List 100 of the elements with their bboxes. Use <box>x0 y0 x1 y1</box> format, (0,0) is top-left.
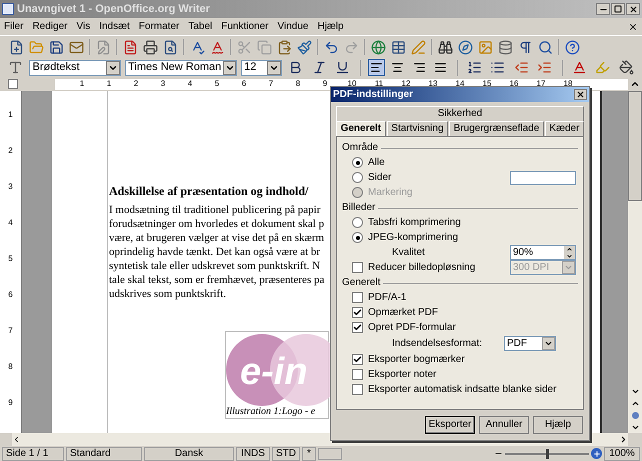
radio-button[interactable] <box>352 217 363 228</box>
new-document-icon[interactable] <box>8 40 24 54</box>
tab[interactable]: Brugergrænseflade <box>449 121 544 136</box>
paragraph-style-field[interactable]: Brødtekst <box>29 60 122 76</box>
dialog-button[interactable]: Eksporter <box>425 416 475 434</box>
language-status: Dansk <box>144 446 234 460</box>
scroll-left-icon[interactable] <box>12 435 21 444</box>
checkbox[interactable] <box>352 354 363 365</box>
zoom-icon[interactable] <box>538 40 552 54</box>
scroll-up-icon[interactable] <box>630 79 640 89</box>
close-icon <box>628 4 638 14</box>
styles-icon[interactable] <box>8 60 24 75</box>
pilcrow-icon[interactable] <box>518 40 532 54</box>
ruler-number: 8 <box>294 80 302 88</box>
ruler-number: 1 <box>78 80 86 88</box>
ruler-number: 10 <box>346 80 357 88</box>
scroll-right-icon[interactable] <box>619 435 628 444</box>
save-icon[interactable] <box>48 40 64 54</box>
app-icon <box>2 3 14 15</box>
dialog-button[interactable]: Annuller <box>479 416 529 434</box>
ruler-number: 9 <box>8 399 13 407</box>
radio-label: Tabsfri komprimering <box>368 218 461 228</box>
window-title: Unavngivet 1 - OpenOffice.org Writer <box>17 4 210 14</box>
dropdown-field[interactable]: PDF <box>504 336 556 351</box>
menu-item[interactable]: Indsæt <box>99 22 130 32</box>
page-preview-icon[interactable] <box>162 40 178 54</box>
ruler-number: 7 <box>8 327 13 335</box>
checkbox[interactable] <box>352 369 363 380</box>
ruler-number: 13 <box>428 80 438 88</box>
submit-format-label: Indsendelsesformat: <box>391 338 482 348</box>
binoculars-icon[interactable] <box>438 40 452 54</box>
maximize-button[interactable] <box>611 3 625 15</box>
paintbrush-icon[interactable] <box>296 40 312 54</box>
menu-item[interactable]: Formater <box>138 22 180 32</box>
font-size-field[interactable]: 12 <box>241 60 282 76</box>
table-icon[interactable] <box>390 40 406 54</box>
menu-item[interactable]: Filer <box>4 22 24 32</box>
close-button[interactable] <box>626 3 640 15</box>
auto-spellcheck-icon[interactable] <box>210 40 224 54</box>
zoom-slider-thumb[interactable] <box>546 448 548 458</box>
tab-stop-selector-icon[interactable] <box>8 79 18 89</box>
ruler-number: 16 <box>508 80 519 88</box>
checkbox-label: Opmærket PDF <box>368 308 438 318</box>
align-button[interactable] <box>368 59 386 76</box>
pdf-icon[interactable] <box>122 40 138 54</box>
checkbox[interactable] <box>352 307 363 318</box>
increase-indent-icon[interactable] <box>537 60 552 75</box>
checkbox-label: Reducer billedopløsning <box>368 262 476 272</box>
quality-spin-field[interactable]: 90% <box>510 245 576 260</box>
underline-icon[interactable] <box>335 60 350 75</box>
checkbox-label: Eksporter automatisk indsatte blanke sider <box>368 384 556 394</box>
menu-item[interactable]: Tabel <box>188 22 212 32</box>
checkbox[interactable] <box>352 384 363 395</box>
menu-item[interactable]: Rediger <box>32 22 68 32</box>
globe-icon[interactable] <box>370 40 386 54</box>
radio-button[interactable] <box>352 232 363 243</box>
dialog-button[interactable]: Hjælp <box>533 416 583 434</box>
decrease-indent-icon[interactable] <box>514 60 529 75</box>
bullets-icon[interactable] <box>490 60 506 75</box>
ruler-number: 11 <box>374 80 384 88</box>
tab[interactable]: Generelt <box>336 121 386 136</box>
font-color-icon[interactable] <box>572 60 587 75</box>
ruler-number: 14 <box>454 80 465 88</box>
menu-item[interactable]: Vindue <box>278 22 308 32</box>
scrollbar-thumb[interactable] <box>628 91 642 201</box>
radio-button[interactable] <box>352 172 363 183</box>
tab[interactable]: Startvisning <box>386 121 448 136</box>
radio-button[interactable] <box>352 157 363 168</box>
close-button[interactable] <box>574 89 587 100</box>
tab[interactable]: Sikkerhed <box>336 106 584 121</box>
align-center-icon <box>391 61 404 74</box>
checkbox-label: Opret PDF-formular <box>368 322 456 332</box>
menu-item[interactable]: Hjælp <box>317 22 344 32</box>
close-document-icon[interactable] <box>628 22 638 32</box>
paste-icon[interactable] <box>276 40 292 54</box>
menu-item[interactable]: Vis <box>76 22 90 32</box>
menu-item[interactable]: Funktioner <box>221 22 268 32</box>
ruler-number: 2 <box>132 80 140 88</box>
radio-label: JPEG-komprimering <box>368 232 458 242</box>
body-text-line: forudsætninger om hvorledes et dokument skal p <box>109 217 324 231</box>
background-color-icon[interactable] <box>618 60 634 75</box>
numbering-icon[interactable] <box>466 60 482 75</box>
italic-icon[interactable] <box>312 60 327 75</box>
mail-icon[interactable] <box>68 40 84 54</box>
database-icon[interactable] <box>498 40 512 54</box>
checkbox[interactable] <box>352 322 363 333</box>
align-left-icon <box>370 61 383 74</box>
help-icon[interactable] <box>564 40 580 54</box>
checkbox[interactable] <box>352 292 363 303</box>
bold-icon[interactable] <box>288 60 304 75</box>
pages-input-field[interactable] <box>510 170 576 184</box>
compass-icon[interactable] <box>458 40 472 54</box>
navigator-icon[interactable] <box>632 412 638 418</box>
minimize-button[interactable] <box>596 3 610 15</box>
font-name-field[interactable]: Times New Roman <box>125 60 238 76</box>
undo-icon[interactable] <box>324 40 338 54</box>
zoom-in-icon[interactable] <box>591 448 602 459</box>
checkbox-label: Eksporter bogmærker <box>368 354 465 364</box>
print-icon[interactable] <box>142 40 158 54</box>
tab[interactable]: Kæder <box>544 121 584 136</box>
